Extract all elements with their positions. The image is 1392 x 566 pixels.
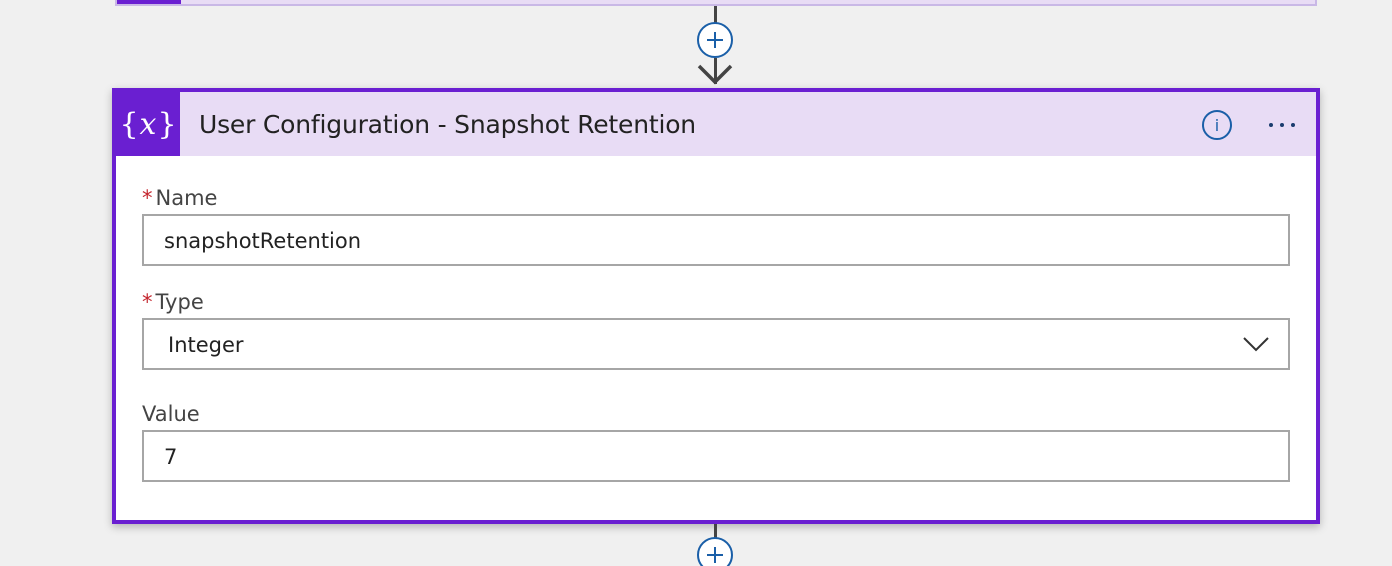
type-dropdown-value: Integer [168, 333, 244, 357]
arrow-down-icon [697, 64, 733, 85]
plus-icon [707, 547, 723, 563]
variable-icon-x: x [139, 106, 157, 142]
info-icon: i [1214, 115, 1220, 135]
type-dropdown[interactable]: Integer [142, 318, 1290, 370]
name-field-label: * Name [142, 186, 217, 210]
insert-step-button-bottom[interactable] [697, 537, 733, 566]
required-marker: * [142, 186, 153, 210]
flow-designer-canvas: {x} User Configuration - Snapshot Retent… [0, 0, 1392, 566]
value-label-text: Value [142, 402, 200, 426]
value-field-label: Value [142, 402, 200, 426]
name-label-text: Name [155, 186, 218, 210]
type-field-label: * Type [142, 290, 204, 314]
variable-icon-brace-close: } [157, 106, 177, 142]
ellipsis-dot [1291, 123, 1295, 127]
variable-icon: {x} [116, 92, 180, 156]
name-input[interactable]: snapshotRetention [142, 214, 1290, 266]
connector-line-bottom [714, 524, 717, 538]
ellipsis-dot [1280, 123, 1284, 127]
variable-icon-brace-open: { [119, 106, 139, 142]
previous-step-icon [117, 0, 181, 4]
info-button[interactable]: i [1202, 110, 1232, 140]
card-title[interactable]: User Configuration - Snapshot Retention [199, 92, 696, 156]
required-marker: * [142, 290, 153, 314]
value-input[interactable]: 7 [142, 430, 1290, 482]
plus-icon [707, 32, 723, 48]
action-card-initialize-variable[interactable]: {x} User Configuration - Snapshot Retent… [112, 88, 1320, 524]
type-label-text: Type [155, 290, 204, 314]
ellipsis-dot [1269, 123, 1273, 127]
name-input-value: snapshotRetention [164, 229, 362, 253]
more-options-button[interactable] [1262, 110, 1302, 140]
insert-step-button-top[interactable] [697, 22, 733, 58]
value-input-value: 7 [164, 445, 178, 469]
chevron-down-icon [1243, 337, 1269, 352]
card-header[interactable]: {x} User Configuration - Snapshot Retent… [116, 92, 1316, 156]
